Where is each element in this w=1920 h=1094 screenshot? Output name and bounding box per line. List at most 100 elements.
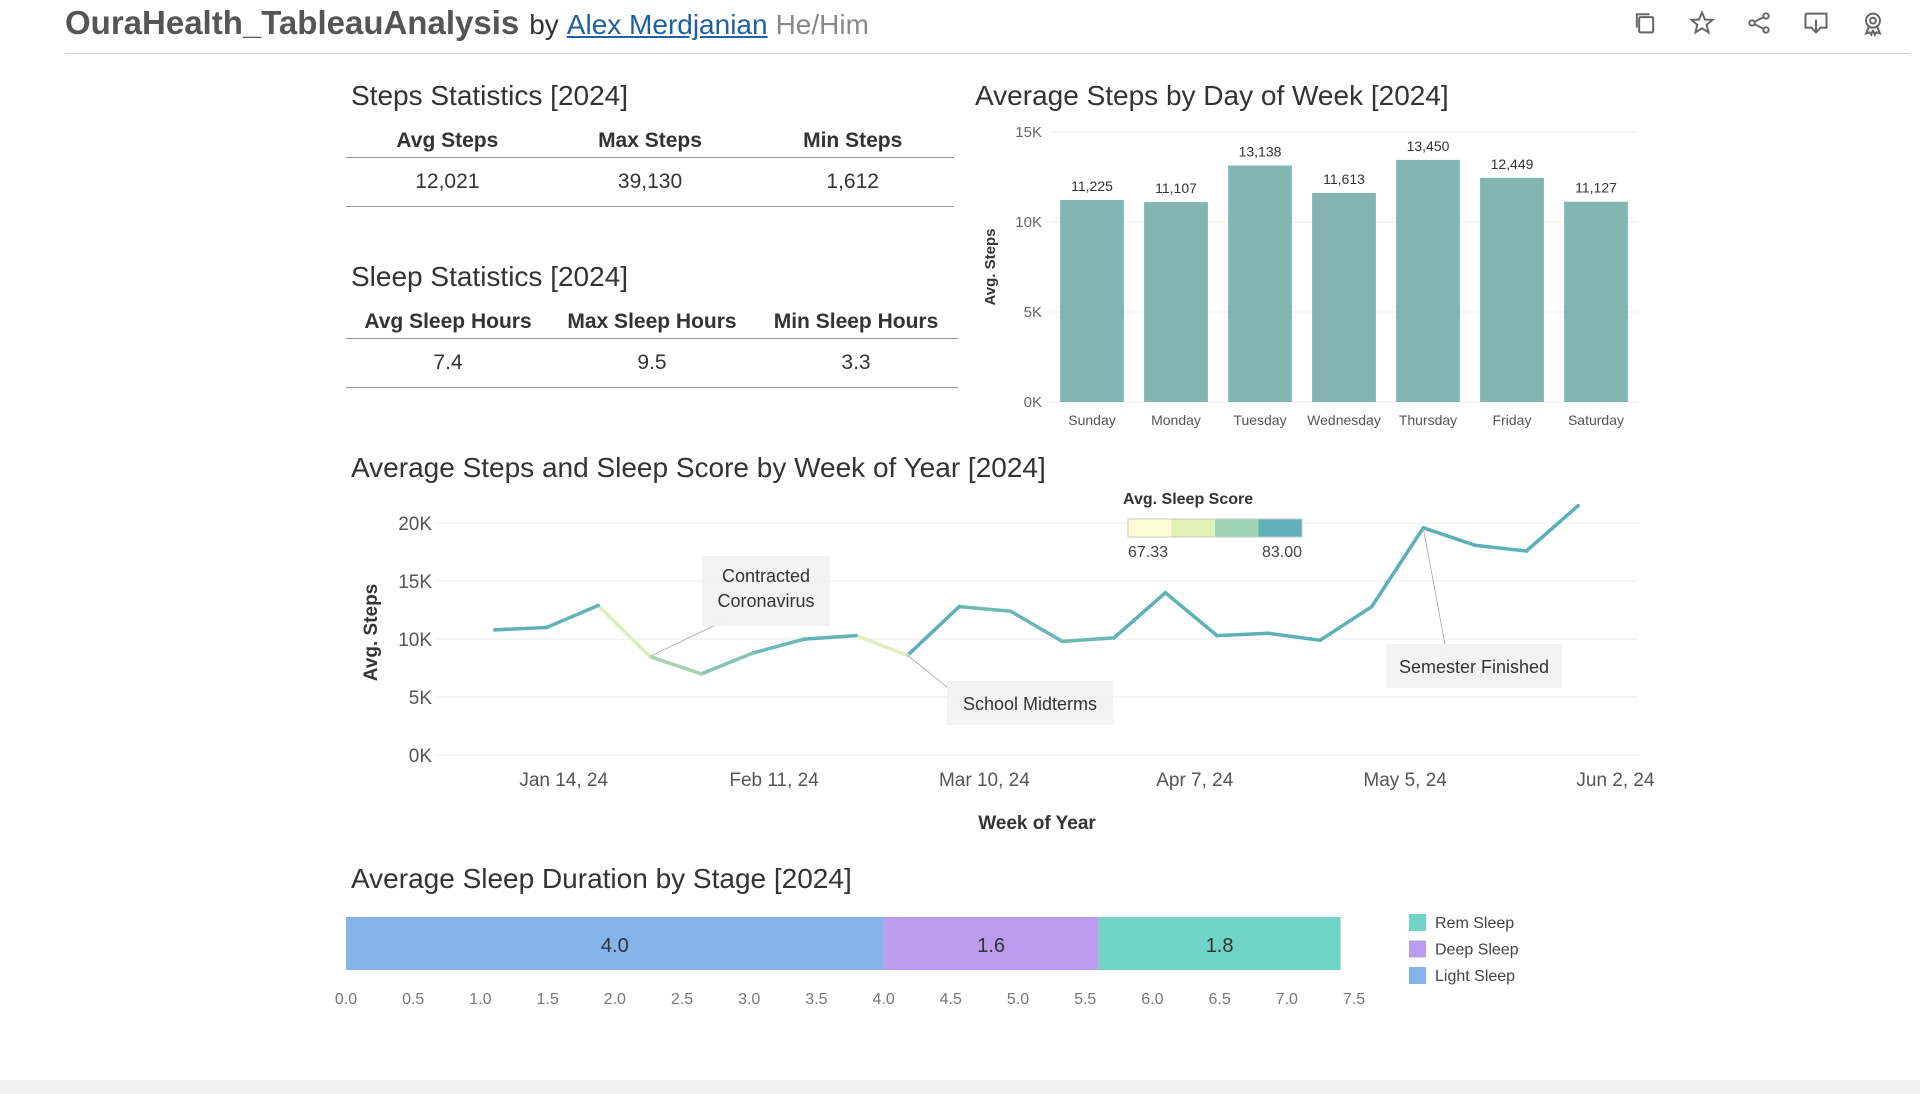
share-icon[interactable] (1744, 8, 1774, 38)
download-icon[interactable] (1801, 8, 1831, 38)
badge-icon[interactable] (1858, 8, 1888, 38)
y-tick-label: 5K (409, 688, 433, 709)
series-line-segment (1060, 636, 1116, 644)
legend-min-label: 67.33 (1128, 544, 1168, 561)
steps-stats-header: Min Steps (803, 129, 903, 152)
bar-value-label: 11,127 (1575, 180, 1617, 196)
x-tick-label: Saturday (1568, 412, 1624, 428)
bar-value-label: 13,450 (1407, 138, 1450, 154)
data-point (1163, 590, 1168, 595)
series-line-segment (751, 637, 807, 655)
sleep-stats-value[interactable]: 9.5 (550, 339, 754, 387)
steps-stats-header: Avg Steps (396, 129, 499, 152)
x-tick-label: 3.5 (805, 991, 827, 1008)
data-point (957, 604, 961, 609)
bar (1144, 202, 1208, 402)
data-point (1266, 631, 1271, 636)
series-line-segment (699, 651, 755, 676)
data-point (596, 603, 600, 608)
data-point (1576, 503, 1580, 508)
sleep-stats-value[interactable]: 7.4 (346, 339, 550, 387)
steps-stats-value[interactable]: 39,130 (549, 158, 752, 206)
x-tick-label: 4.5 (940, 991, 962, 1008)
bar (1396, 159, 1460, 402)
steps-by-day-chart[interactable]: 0K 5K 10K 15K Avg. Steps 11,225 Sunday 11,107 Mo… (0, 0, 1920, 1094)
legend-swatch (1409, 940, 1426, 958)
bar-value-label: 13,138 (1239, 144, 1282, 160)
bar-value-label: 11,225 (1071, 178, 1113, 194)
sleep-stage-chart[interactable]: 4.0 1.6 1.8 0.0 0.5 1.0 1.5 2.0 2.5 3.0 3.5 4.0 4.5 5… (0, 0, 1920, 1094)
stacked-segment (346, 917, 884, 970)
copy-icon[interactable] (1630, 8, 1660, 38)
series-line-segment (1421, 526, 1477, 547)
star-icon[interactable] (1687, 8, 1717, 38)
toolbar-icons (1630, 8, 1888, 38)
x-tick-label: 6.5 (1208, 991, 1230, 1008)
series-line-segment (1266, 631, 1322, 642)
steps-stats-value[interactable]: 12,021 (346, 158, 549, 206)
x-tick-label: 6.0 (1141, 991, 1163, 1008)
series-line-segment (957, 604, 1013, 614)
series-line-segment (493, 625, 549, 632)
header-divider (65, 53, 1910, 54)
series-line-segment (854, 633, 910, 658)
x-tick-label: Feb 11, 24 (729, 770, 819, 791)
dashboard-header: OuraHealth_TableauAnalysis by Alex Merdjan… (0, 0, 1920, 56)
sleep-stats-title: Sleep Statistics [2024] (351, 261, 629, 292)
x-tick-label: Wednesday (1307, 412, 1381, 428)
author-link[interactable]: Alex Merdjanian (567, 9, 768, 40)
data-point (1008, 609, 1013, 614)
author-pronouns: He/Him (775, 9, 869, 40)
sleep-stats-table: Avg Sleep Hours Max Sleep Hours Min Slee… (346, 306, 958, 388)
steps-by-week-title: Average Steps and Sleep Score by Week of… (351, 452, 1046, 483)
stacked-segment (1098, 917, 1341, 970)
series-line-segment (1318, 604, 1374, 642)
sleep-stage-title: Average Sleep Duration by Stage [2024] (351, 863, 852, 894)
x-tick-label: Friday (1493, 412, 1532, 428)
sleep-stats-header: Avg Sleep Hours (364, 310, 532, 333)
by-label: by (529, 9, 559, 40)
x-tick-label: 0.5 (402, 991, 424, 1008)
x-tick-label: 5.0 (1007, 991, 1029, 1008)
steps-by-day-title: Average Steps by Day of Week [2024] (975, 80, 1449, 111)
y-tick-label: 15K (1015, 124, 1042, 141)
stacked-segment (883, 917, 1099, 970)
y-axis-label: Avg. Steps (982, 229, 999, 306)
x-tick-label: Apr 7, 24 (1156, 770, 1234, 791)
x-tick-label: Mar 10, 24 (939, 770, 1030, 791)
series-line-segment (647, 654, 704, 676)
y-tick-label: 0K (1024, 394, 1042, 411)
series-line-segment (1369, 526, 1426, 609)
y-tick-label: 5K (1024, 304, 1042, 321)
annotation-label: Coronavirus (717, 591, 814, 611)
x-tick-label: Sunday (1068, 412, 1115, 428)
annotation-box (947, 681, 1113, 725)
x-tick-label: Monday (1151, 412, 1201, 428)
annotation-box (1386, 644, 1562, 688)
data-point (905, 653, 910, 658)
data-point (1473, 543, 1477, 548)
data-point (802, 637, 807, 641)
data-point (1369, 604, 1374, 609)
sleep-stats-header: Min Sleep Hours (773, 310, 939, 333)
series-line-segment (1473, 543, 1529, 553)
bar (1060, 199, 1124, 402)
x-axis-label: Week of Year (978, 813, 1096, 834)
steps-stats-table: Avg Steps Max Steps Min Steps 12,021 39,… (346, 125, 954, 207)
segment-value-label: 1.8 (1206, 935, 1234, 957)
legend-swatch (1128, 519, 1172, 537)
legend-label: Deep Sleep (1435, 942, 1519, 959)
x-tick-label: 5.5 (1074, 991, 1096, 1008)
series-line-segment (802, 633, 858, 641)
data-point (493, 628, 497, 632)
steps-by-week-chart[interactable]: 0K 5K 10K 15K 20K Jan 14, 24 Feb 11, 24 Mar 10,… (0, 0, 1920, 1094)
steps-stats-value[interactable]: 1,612 (751, 158, 954, 206)
legend-swatch (1171, 519, 1215, 537)
annotation-leader (649, 619, 727, 657)
x-tick-label: Tuesday (1233, 412, 1286, 428)
sleep-stats-value[interactable]: 3.3 (754, 339, 958, 387)
steps-stats-title: Steps Statistics [2024] (351, 80, 629, 111)
bar (1480, 177, 1544, 402)
x-tick-label: Thursday (1399, 412, 1457, 428)
bar-value-label: 12,449 (1491, 156, 1534, 172)
